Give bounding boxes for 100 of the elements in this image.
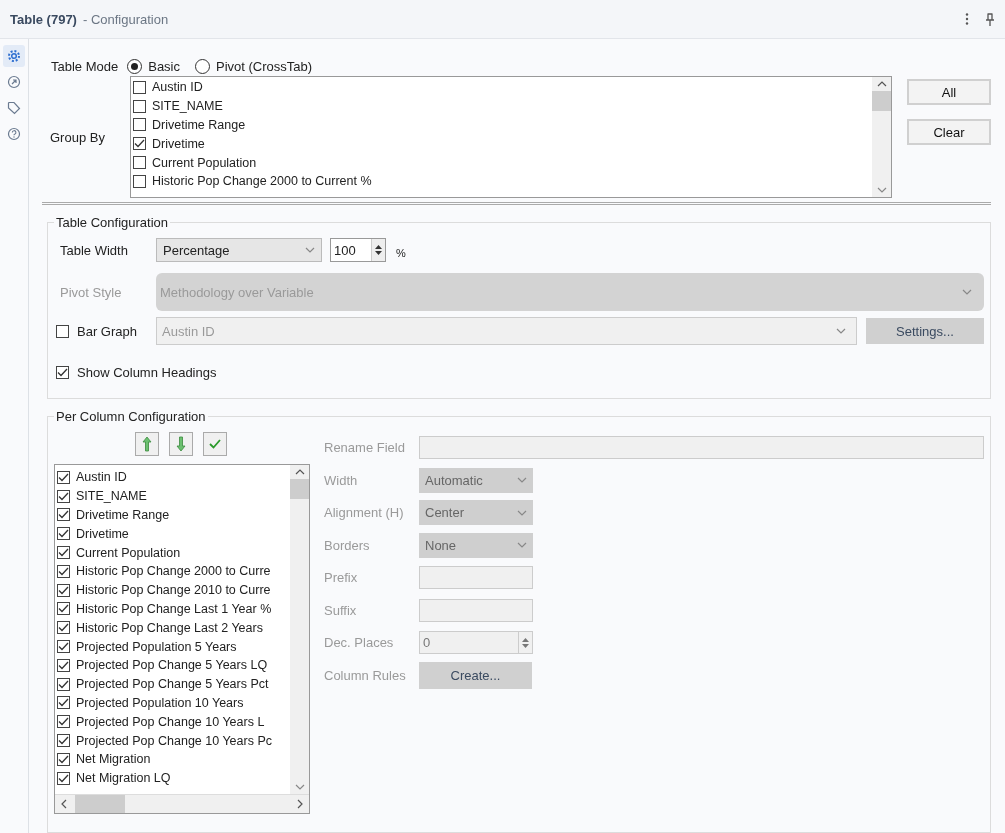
field-label: Suffix [324,602,358,618]
column-list[interactable] [54,464,310,814]
checkbox[interactable] [57,696,70,710]
list-item[interactable]: Projected Pop Change 10 Years L [76,714,265,729]
checkbox[interactable] [133,80,146,94]
dropdown[interactable]: Center [419,500,533,526]
horizontal-scrollbar[interactable] [55,794,309,813]
list-item[interactable]: Projected Population 5 Years [76,639,237,654]
list-item[interactable]: Drivetime Range [152,118,246,132]
more-options-icon[interactable] [965,13,969,25]
list-item[interactable]: Projected Pop Change 5 Years LQ [76,658,268,673]
list-button[interactable]: All [907,79,991,105]
checkbox[interactable] [57,621,70,635]
list-item[interactable]: Current Population [152,155,257,170]
list-item[interactable]: SITE_NAME [76,489,147,504]
move-up-button[interactable] [135,432,159,456]
checkbox[interactable] [57,715,70,729]
checkbox[interactable] [56,324,69,338]
check-all-button[interactable] [203,432,227,456]
chevron-down-icon [517,477,527,484]
window-title: Table (797) [10,11,77,27]
radio-button[interactable] [195,59,210,74]
checkbox[interactable] [56,366,69,379]
create-button[interactable]: Create... [419,661,532,689]
checkbox[interactable] [133,99,146,113]
list-item[interactable]: Projected Pop Change 10 Years Pc [76,733,272,748]
settings-button[interactable]: Settings... [866,318,984,344]
scroll-thumb[interactable] [290,479,309,499]
list-item[interactable]: Projected Pop Change 5 Years Pct [76,677,269,692]
list-item[interactable]: SITE_NAME [152,99,223,114]
list-item[interactable]: Historic Pop Change Last 1 Year % [76,601,272,616]
list-item[interactable]: Net Migration LQ [76,771,171,786]
scroll-thumb[interactable] [872,91,891,111]
dropdown[interactable]: Percentage [156,238,322,262]
list-item[interactable]: Drivetime [76,526,129,541]
checkbox[interactable] [57,470,70,484]
list-item[interactable]: Austin ID [152,80,203,95]
list-item[interactable]: Historic Pop Change 2000 to Curre [76,564,271,579]
checkbox[interactable] [57,546,70,560]
arrow-circle-icon [7,75,21,89]
bar-graph-label: Bar Graph [77,323,137,339]
list-item[interactable]: Drivetime Range [76,508,170,522]
checkbox[interactable] [57,658,70,672]
list-item[interactable]: Austin ID [76,470,127,485]
text-field[interactable] [419,598,533,622]
checkbox[interactable] [57,564,70,578]
checkbox[interactable] [57,602,70,616]
checkbox[interactable] [57,489,70,503]
vertical-scrollbar[interactable] [872,77,891,197]
list-item[interactable]: Drivetime [152,136,205,151]
checkbox[interactable] [133,137,146,151]
vertical-scrollbar[interactable] [290,465,309,794]
number-spinner[interactable]: 100 [330,238,386,262]
radio-option[interactable]: Basic [127,59,180,74]
tag-icon [7,101,21,115]
radio-option[interactable]: Pivot (CrossTab) [195,59,313,74]
checkbox[interactable] [133,118,146,132]
number-spinner[interactable]: 0 [419,631,533,655]
arrow-down-icon [176,436,186,452]
dropdown[interactable]: None [419,532,533,558]
list-item[interactable]: Historic Pop Change Last 2 Years [76,620,263,635]
checkbox[interactable] [57,640,70,654]
group-by-label: Group By [50,129,105,145]
sidebar-tab[interactable] [3,45,25,67]
help-icon [7,127,21,141]
checkbox[interactable] [57,752,70,766]
checkbox[interactable] [57,771,70,785]
scroll-down-icon [876,187,887,193]
list-item[interactable]: Historic Pop Change 2000 to Current % [152,174,372,189]
checkbox[interactable] [57,583,70,597]
scroll-up-icon [876,81,887,87]
move-down-button[interactable] [169,432,193,456]
text-field[interactable] [419,566,533,590]
checkmark-icon [209,439,221,449]
scroll-up-icon [294,469,305,475]
list-item[interactable]: Historic Pop Change 2010 to Curre [76,583,271,598]
radio-button[interactable] [127,59,143,74]
settings-icon [7,49,21,63]
text-field[interactable] [419,436,984,460]
chevron-down-icon [517,542,527,549]
chevron-down-icon [517,509,527,516]
checkbox[interactable] [133,174,146,188]
list-item[interactable]: Projected Population 10 Years [76,695,244,710]
checkbox[interactable] [133,156,146,170]
checkbox[interactable] [57,734,70,748]
list-item[interactable]: Net Migration [76,752,151,767]
unit-label: % [396,247,406,259]
checkbox[interactable] [57,508,70,522]
dropdown[interactable]: Automatic [419,467,533,493]
checkbox-label: Show Column Headings [77,365,217,380]
list-item[interactable]: Current Population [76,545,181,560]
pivot-style-label: Pivot Style [60,284,123,300]
scroll-right-icon [297,799,303,809]
scroll-down-icon [294,784,305,790]
window-subtitle: - Configuration [82,11,169,27]
checkbox[interactable] [57,527,70,541]
checkbox[interactable] [57,677,70,691]
list-button[interactable]: Clear [907,119,991,145]
group-by-list[interactable]: Austin ID SITE_NAME Drivetime Range Drivetime Current Population Historic Pop Change 2000 to Current % [130,76,892,198]
pin-icon[interactable] [985,12,995,26]
